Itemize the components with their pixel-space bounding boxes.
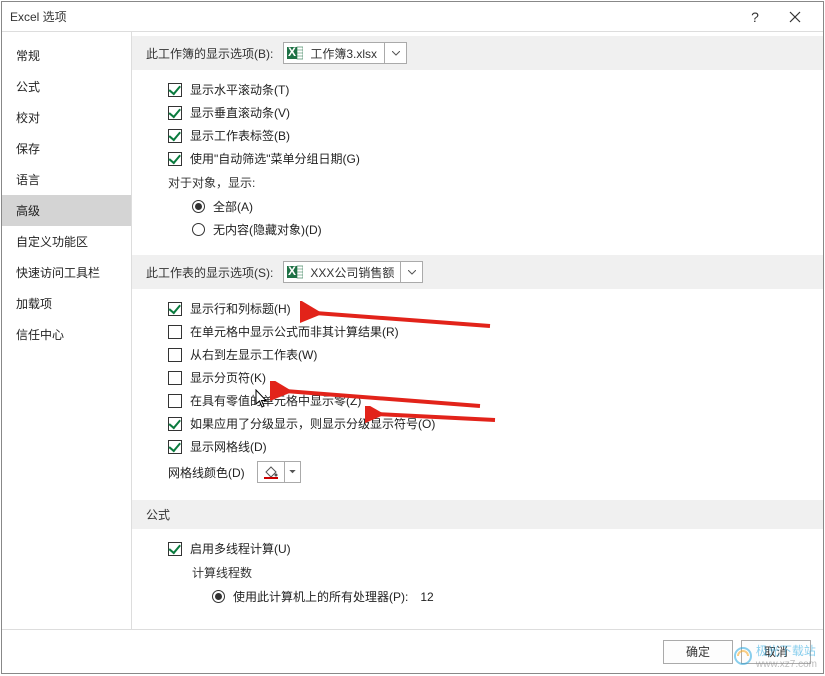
- excel-file-icon: X: [286, 44, 304, 62]
- option-page-breaks[interactable]: 显示分页符(K): [168, 366, 803, 389]
- ok-button[interactable]: 确定: [663, 640, 733, 664]
- radio-icon[interactable]: [212, 590, 225, 603]
- sidebar-item-formulas[interactable]: 公式: [2, 71, 131, 102]
- sidebar-item-trust-center[interactable]: 信任中心: [2, 319, 131, 350]
- chevron-down-icon: [284, 462, 300, 482]
- radio-use-all-processors[interactable]: 使用此计算机上的所有处理器(P): 12: [168, 585, 803, 608]
- option-vscroll[interactable]: 显示垂直滚动条(V): [168, 101, 803, 124]
- radio-objects-all[interactable]: 全部(A): [168, 195, 803, 218]
- checkbox-icon[interactable]: [168, 152, 182, 166]
- option-gridlines[interactable]: 显示网格线(D): [168, 435, 803, 458]
- option-multithread[interactable]: 启用多线程计算(U): [168, 537, 803, 560]
- option-hscroll[interactable]: 显示水平滚动条(T): [168, 78, 803, 101]
- dialog-footer: 确定 取消: [2, 629, 823, 673]
- checkbox-icon[interactable]: [168, 83, 182, 97]
- checkbox-icon[interactable]: [168, 325, 182, 339]
- cancel-button[interactable]: 取消: [741, 640, 811, 664]
- sidebar-item-customize-ribbon[interactable]: 自定义功能区: [2, 226, 131, 257]
- radio-objects-none[interactable]: 无内容(隐藏对象)(D): [168, 218, 803, 241]
- objects-display-label: 对于对象，显示:: [168, 170, 803, 195]
- thread-count-label: 计算线程数: [168, 560, 803, 585]
- sheet-dropdown-value: XXX公司销售额: [304, 264, 400, 281]
- gridline-color-row: 网格线颜色(D): [168, 458, 803, 486]
- dialog-title: Excel 选项: [10, 8, 735, 25]
- chevron-down-icon: [384, 43, 406, 63]
- workbook-dropdown[interactable]: X 工作簿3.xlsx: [283, 42, 407, 64]
- option-show-zero[interactable]: 在具有零值的单元格中显示零(Z): [168, 389, 803, 412]
- option-rtl-sheet[interactable]: 从右到左显示工作表(W): [168, 343, 803, 366]
- sidebar-item-general[interactable]: 常规: [2, 40, 131, 71]
- svg-text:X: X: [288, 45, 296, 59]
- checkbox-icon[interactable]: [168, 440, 182, 454]
- close-button[interactable]: [775, 2, 815, 32]
- section-sheet-label: 此工作表的显示选项(S):: [146, 264, 273, 281]
- main-content[interactable]: 此工作簿的显示选项(B): X 工作簿3.xlsx 显示水平滚动条(T): [132, 32, 823, 629]
- sidebar-item-advanced[interactable]: 高级: [2, 195, 131, 226]
- workbook-options: 显示水平滚动条(T) 显示垂直滚动条(V) 显示工作表标签(B) 使用"自动筛选…: [132, 70, 823, 255]
- dialog-body: 常规 公式 校对 保存 语言 高级 自定义功能区 快速访问工具栏 加载项 信任中…: [2, 32, 823, 629]
- option-sheet-tabs[interactable]: 显示工作表标签(B): [168, 124, 803, 147]
- checkbox-icon[interactable]: [168, 417, 182, 431]
- close-icon: [789, 11, 801, 23]
- help-button[interactable]: ?: [735, 2, 775, 32]
- checkbox-icon[interactable]: [168, 348, 182, 362]
- formula-options: 启用多线程计算(U) 计算线程数 使用此计算机上的所有处理器(P): 12: [132, 529, 823, 622]
- option-row-col-headers[interactable]: 显示行和列标题(H): [168, 297, 803, 320]
- sheet-options: 显示行和列标题(H) 在单元格中显示公式而非其计算结果(R) 从右到左显示工作表…: [132, 289, 823, 500]
- option-autofilter-date[interactable]: 使用"自动筛选"菜单分组日期(G): [168, 147, 803, 170]
- section-formulas: 公式: [132, 500, 823, 529]
- checkbox-icon[interactable]: [168, 542, 182, 556]
- sidebar: 常规 公式 校对 保存 语言 高级 自定义功能区 快速访问工具栏 加载项 信任中…: [2, 32, 132, 629]
- radio-icon[interactable]: [192, 223, 205, 236]
- checkbox-icon[interactable]: [168, 129, 182, 143]
- checkbox-icon[interactable]: [168, 394, 182, 408]
- sidebar-item-proofing[interactable]: 校对: [2, 102, 131, 133]
- titlebar: Excel 选项 ?: [2, 2, 823, 32]
- chevron-down-icon: [400, 262, 422, 282]
- sidebar-item-quick-access[interactable]: 快速访问工具栏: [2, 257, 131, 288]
- checkbox-icon[interactable]: [168, 371, 182, 385]
- option-outline-symbols[interactable]: 如果应用了分级显示，则显示分级显示符号(O): [168, 412, 803, 435]
- checkbox-icon[interactable]: [168, 106, 182, 120]
- color-bucket-icon: [262, 465, 280, 479]
- radio-icon[interactable]: [192, 200, 205, 213]
- sheet-dropdown[interactable]: X XXX公司销售额: [283, 261, 423, 283]
- excel-options-dialog: Excel 选项 ? 常规 公式 校对 保存 语言 高级 自定义功能区 快速访问…: [1, 1, 824, 674]
- processor-count-value: 12: [420, 590, 433, 604]
- checkbox-icon[interactable]: [168, 302, 182, 316]
- sidebar-item-save[interactable]: 保存: [2, 133, 131, 164]
- section-formulas-label: 公式: [146, 506, 170, 523]
- option-show-formulas[interactable]: 在单元格中显示公式而非其计算结果(R): [168, 320, 803, 343]
- section-workbook-display: 此工作簿的显示选项(B): X 工作簿3.xlsx: [132, 36, 823, 70]
- gridline-color-picker[interactable]: [257, 461, 301, 483]
- gridline-color-label: 网格线颜色(D): [168, 464, 245, 481]
- svg-text:X: X: [288, 264, 296, 278]
- sidebar-item-language[interactable]: 语言: [2, 164, 131, 195]
- sidebar-item-addins[interactable]: 加载项: [2, 288, 131, 319]
- section-sheet-display: 此工作表的显示选项(S): X XXX公司销售额: [132, 255, 823, 289]
- workbook-dropdown-value: 工作簿3.xlsx: [304, 45, 384, 62]
- excel-sheet-icon: X: [286, 263, 304, 281]
- section-workbook-label: 此工作簿的显示选项(B):: [146, 45, 273, 62]
